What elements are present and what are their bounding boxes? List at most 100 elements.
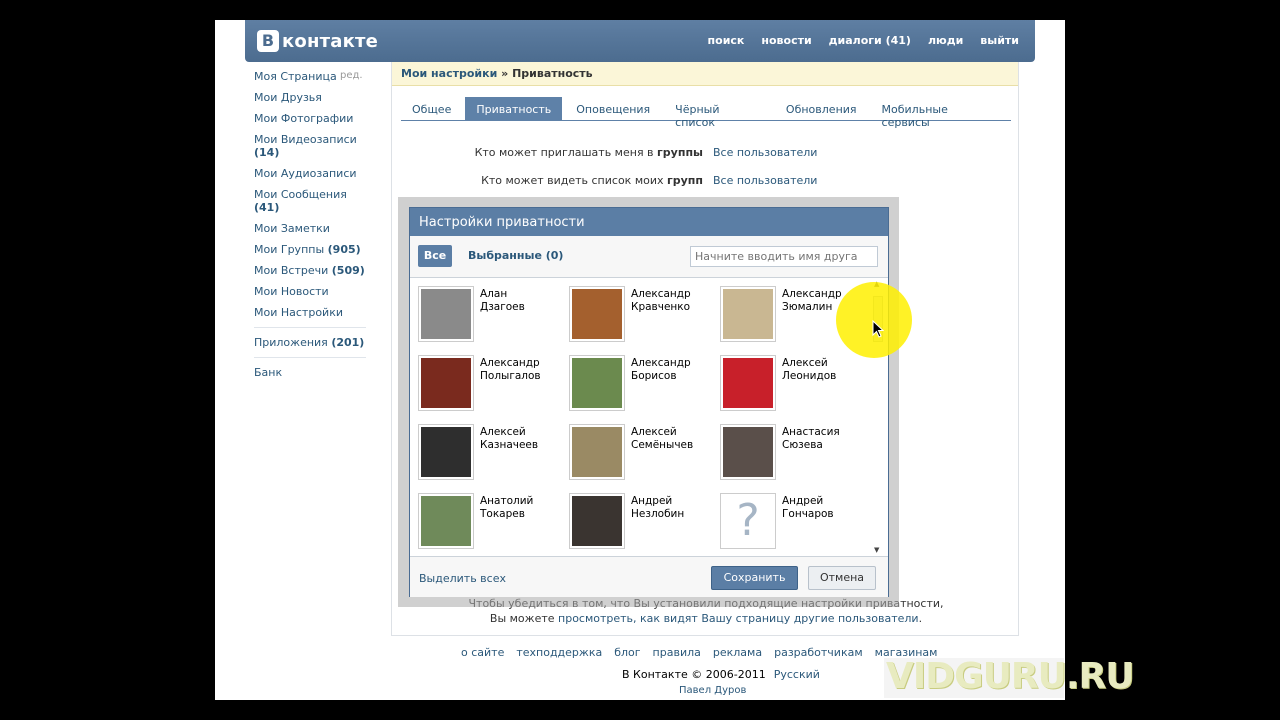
setting-value-dropdown[interactable]: Все пользователи [713,146,817,159]
sidebar-item[interactable]: Мои Встречи (509) [254,264,372,277]
sidebar-item-count: (509) [331,264,365,277]
sidebar-item-count: (41) [254,201,280,214]
filter-all-button[interactable]: Все [418,245,452,267]
avatar-photo [421,427,471,477]
friend-avatar [569,286,625,342]
nav-search[interactable]: поиск [708,34,745,47]
sidebar-item-label: Мои Фотографии [254,112,354,125]
tab-general[interactable]: Общее [401,97,462,120]
friends-grid: Алан Дзагоев Александр Кравченко Александр Зю… [418,286,873,558]
sidebar-item-label: Мои Друзья [254,91,322,104]
friend-avatar [418,424,474,480]
sidebar-item-apps[interactable]: Приложения (201) [254,336,372,349]
settings-tabs: Общее Приватность Оповещения Чёрный спис… [401,97,1011,129]
sidebar-item[interactable]: Мои Фотографии [254,112,372,125]
friend-name: Андрей Гончаров [782,495,834,520]
nav-dialogs[interactable]: диалоги (41) [829,34,911,47]
friend-avatar [569,493,625,549]
preview-page-link[interactable]: просмотреть, как видят Вашу страницу дру… [558,612,919,625]
mouse-pointer-icon [872,320,884,338]
avatar-photo [421,289,471,339]
friend-item[interactable]: Алексей Леонидов [720,355,870,411]
friend-name: Александр Кравченко [631,288,691,313]
sidebar-item-label: Мои Видеозаписи [254,133,357,146]
friend-item[interactable]: ? Андрей Гончаров [720,493,870,549]
nav-logout[interactable]: выйти [980,34,1019,47]
sidebar-item[interactable]: Мои Заметки [254,222,372,235]
sidebar-divider [254,357,366,358]
note-line-2: Вы можете просмотреть, как видят Вашу ст… [489,612,923,625]
edit-link[interactable]: ред. [340,70,363,81]
friend-item[interactable]: Александр Борисов [569,355,719,411]
tab-notifications[interactable]: Оповещения [565,97,661,120]
setting-value-dropdown[interactable]: Все пользователи [713,174,817,187]
friend-item[interactable]: Александр Кравченко [569,286,719,342]
sidebar-item[interactable]: Мои Настройки [254,306,372,319]
friend-avatar [569,424,625,480]
friend-item[interactable]: Алан Дзагоев [418,286,568,342]
friend-search-input[interactable] [690,246,878,267]
breadcrumb-parent[interactable]: Мои настройки [401,67,497,80]
select-all-link[interactable]: Выделить всех [419,572,506,585]
scroll-down-icon[interactable]: ▼ [874,546,879,554]
friend-name: Андрей Незлобин [631,495,685,520]
friend-item[interactable]: Алексей Казначеев [418,424,568,480]
top-header: B контакте поиск новости диалоги (41) лю… [245,20,1035,62]
tab-privacy[interactable]: Приватность [465,97,563,120]
friend-item[interactable]: Анастасия Сюзева [720,424,870,480]
sidebar-item-label: Мои Настройки [254,306,343,319]
cancel-button[interactable]: Отмена [808,566,876,590]
dialog-title: Настройки приватности [410,208,888,236]
avatar-photo [723,289,773,339]
sidebar-item[interactable]: Мои Друзья [254,91,372,104]
nav-news[interactable]: новости [761,34,811,47]
sidebar-item[interactable]: Мои Сообщения (41) [254,188,372,214]
friend-item[interactable]: Александр Полыгалов [418,355,568,411]
tab-mobile[interactable]: Мобильные сервисы [871,97,1008,129]
dialog-filter-bar: Все Выбранные (0) [410,236,888,278]
avatar-photo: ? [723,496,773,546]
logo-text: контакте [282,30,379,52]
sidebar-item-count: (201) [331,336,365,349]
friend-avatar [418,286,474,342]
friend-avatar [418,493,474,549]
left-sidebar: ред. Моя Страница Мои Друзья Мои Фотографи… [254,70,372,387]
friend-item[interactable]: Андрей Незлобин [569,493,719,549]
sidebar-menu: Моя Страница Мои Друзья Мои Фотографии Мои … [254,70,372,319]
tab-blacklist[interactable]: Чёрный список [664,97,772,129]
sidebar-item-label: Мои Аудиозаписи [254,167,357,180]
avatar-photo [572,496,622,546]
avatar-photo [572,358,622,408]
avatar-photo [572,289,622,339]
sidebar-item-label: Мои Новости [254,285,329,298]
breadcrumb-separator: » [501,67,509,80]
dialog-footer: Выделить всех Сохранить Отмена [410,556,888,597]
sidebar-item[interactable]: Мои Видеозаписи (14) [254,133,372,159]
filter-selected-button[interactable]: Выбранные (0) [468,249,563,262]
sidebar-item-count: (14) [254,146,280,159]
friend-item[interactable]: Анатолий Токарев [418,493,568,549]
friend-name: Алексей Леонидов [782,357,837,382]
friend-name: Алексей Семёнычев [631,426,694,451]
avatar-photo [723,427,773,477]
sidebar-item[interactable]: Мои Группы (905) [254,243,372,256]
sidebar-item-label: Мои Встречи [254,264,329,277]
tab-updates[interactable]: Обновления [775,97,868,120]
friend-item[interactable]: Алексей Семёнычев [569,424,719,480]
sidebar-item[interactable]: Мои Новости [254,285,372,298]
nav-people[interactable]: люди [928,34,963,47]
friend-name: Александр Полыгалов [480,357,541,382]
save-button[interactable]: Сохранить [711,566,798,590]
vk-logo[interactable]: B контакте [257,30,378,52]
sidebar-divider [254,327,366,328]
setting-label: Кто может видеть список моих групп [481,174,703,187]
friend-name: Анастасия Сюзева [782,426,840,451]
watermark-logo: VIDGURU.RU [886,656,1135,697]
sidebar-item-bank[interactable]: Банк [254,366,372,379]
friend-avatar [720,424,776,480]
friend-avatar: ? [720,493,776,549]
sidebar-item[interactable]: Мои Аудиозаписи [254,167,372,180]
avatar-photo [572,427,622,477]
friend-name: Алан Дзагоев [480,288,525,313]
setting-label: Кто может приглашать меня в группы [474,146,703,159]
